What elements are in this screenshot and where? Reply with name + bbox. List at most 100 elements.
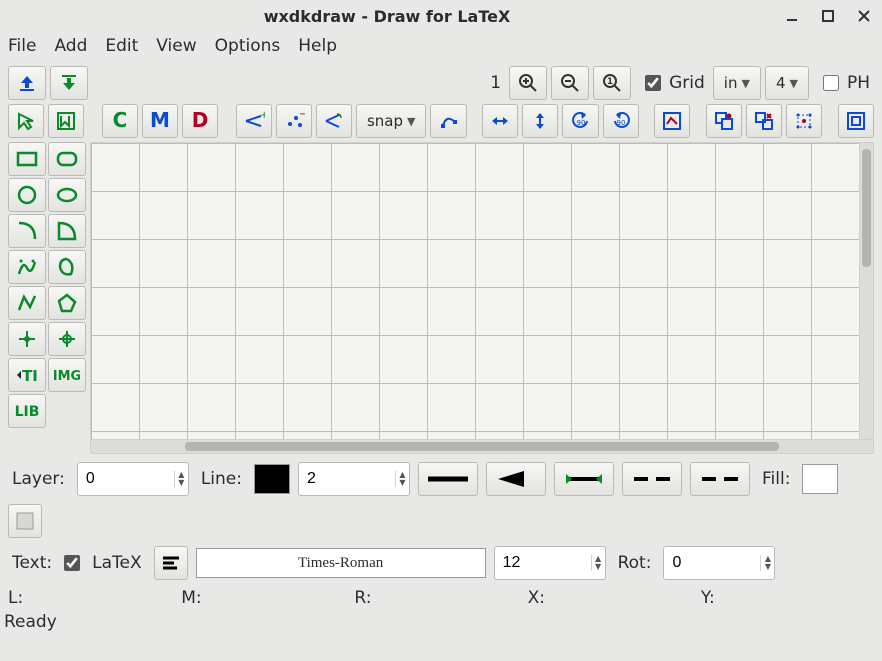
dash-style-1-button[interactable] [622, 462, 682, 496]
region-select-tool-button[interactable] [48, 104, 84, 138]
select-tool-button[interactable] [8, 104, 44, 138]
drawing-canvas[interactable] [90, 142, 860, 440]
svg-text:TI: TI [22, 367, 38, 385]
menu-view[interactable]: View [156, 36, 196, 56]
zoom-out-button[interactable] [551, 66, 589, 100]
fill-color-swatch[interactable] [802, 464, 838, 494]
menu-edit[interactable]: Edit [105, 36, 138, 56]
zoom-reset-button[interactable]: 1 [593, 66, 631, 100]
latex-label: LaTeX [88, 553, 146, 573]
layer-input[interactable] [78, 470, 174, 488]
vertical-scrollbar[interactable] [860, 142, 874, 440]
svg-text:LIB: LIB [15, 404, 40, 420]
scrollbar-thumb[interactable] [185, 442, 779, 451]
image-tool[interactable]: IMG [48, 358, 86, 392]
point-tool[interactable] [8, 322, 46, 356]
line-ends-button[interactable] [554, 462, 614, 496]
dash-style-2-button[interactable] [690, 462, 750, 496]
menu-options[interactable]: Options [215, 36, 281, 56]
snap-dropdown[interactable]: snap ▼ [356, 104, 427, 138]
grid-checkbox[interactable] [645, 75, 661, 91]
line-style-button[interactable] [418, 462, 478, 496]
delete-button[interactable]: D [182, 104, 218, 138]
properties-button[interactable] [654, 104, 690, 138]
font-field[interactable]: Times-Roman [196, 548, 486, 578]
zoom-in-button[interactable] [509, 66, 547, 100]
chevron-down-icon: ▼ [407, 115, 415, 128]
flip-horizontal-button[interactable] [482, 104, 518, 138]
rounded-rectangle-tool[interactable] [48, 142, 86, 176]
toolbar-secondary: C M D + − snap ▼ 90 90 [0, 102, 882, 140]
crosshair-tool[interactable] [48, 322, 86, 356]
menu-add[interactable]: Add [54, 36, 87, 56]
text-tool[interactable]: TI [8, 358, 46, 392]
spin-down-icon[interactable]: ▼ [761, 563, 774, 571]
open-polyline-tool[interactable] [8, 286, 46, 320]
pie-tool[interactable] [48, 214, 86, 248]
layer-line-row: Layer: ▲▼ Line: ▲▼ Fill: [8, 462, 874, 538]
move-button[interactable]: M [142, 104, 178, 138]
rotation-input[interactable] [664, 554, 760, 572]
ellipse-tool[interactable] [48, 178, 86, 212]
placeholder-label: PH [843, 73, 874, 93]
svg-text:90: 90 [616, 119, 625, 127]
coordinate-readout: L: M: R: X: Y: [0, 580, 882, 608]
latex-checkbox[interactable] [64, 555, 80, 571]
spin-down-icon[interactable]: ▼ [592, 563, 605, 571]
svg-text:90: 90 [576, 119, 585, 127]
rotation-spinner[interactable]: ▲▼ [663, 546, 775, 580]
copy-button[interactable]: C [102, 104, 138, 138]
point-add-button[interactable]: + [236, 104, 272, 138]
svg-text:1: 1 [607, 77, 613, 87]
grid-unit-value: in [724, 74, 738, 92]
text-align-button[interactable] [154, 546, 188, 580]
rotate-ccw-button[interactable]: 90 [562, 104, 598, 138]
layer-move-down-button[interactable] [50, 66, 88, 100]
spin-down-icon[interactable]: ▼ [175, 479, 188, 487]
fill-label: Fill: [758, 469, 794, 489]
align-button[interactable] [786, 104, 822, 138]
window-close-button[interactable] [854, 6, 874, 26]
rectangle-tool[interactable] [8, 142, 46, 176]
rotate-spline-button[interactable] [430, 104, 466, 138]
arrowhead-button[interactable] [486, 462, 546, 496]
open-spline-tool[interactable] [8, 250, 46, 284]
snap-label: snap [367, 112, 403, 130]
arc-tool[interactable] [8, 214, 46, 248]
svg-text:−: − [299, 110, 305, 120]
point-move-button[interactable] [316, 104, 352, 138]
font-size-spinner[interactable]: ▲▼ [494, 546, 606, 580]
placeholder-checkbox[interactable] [823, 75, 839, 91]
bounding-box-button[interactable] [838, 104, 874, 138]
window-minimize-button[interactable] [782, 6, 802, 26]
layer-spinner[interactable]: ▲▼ [77, 462, 189, 496]
chevron-down-icon: ▼ [789, 77, 797, 90]
spin-down-icon[interactable]: ▼ [396, 479, 409, 487]
flip-vertical-button[interactable] [522, 104, 558, 138]
rotation-label: Rot: [614, 553, 656, 573]
horizontal-scrollbar[interactable] [90, 440, 874, 454]
circle-tool[interactable] [8, 178, 46, 212]
window-title: wxdkdraw - Draw for LaTeX [8, 7, 766, 26]
svg-text:M: M [150, 110, 170, 132]
fill-pattern-button[interactable] [8, 504, 42, 538]
menu-help[interactable]: Help [298, 36, 337, 56]
point-delete-button[interactable]: − [276, 104, 312, 138]
ungroup-button[interactable] [746, 104, 782, 138]
closed-polygon-tool[interactable] [48, 286, 86, 320]
menu-bar: File Add Edit View Options Help [0, 32, 882, 64]
window-maximize-button[interactable] [818, 6, 838, 26]
rotate-cw-button[interactable]: 90 [603, 104, 639, 138]
line-color-swatch[interactable] [254, 464, 290, 494]
closed-spline-tool[interactable] [48, 250, 86, 284]
layer-move-up-button[interactable] [8, 66, 46, 100]
menu-file[interactable]: File [8, 36, 36, 56]
line-width-input[interactable] [299, 470, 395, 488]
library-tool[interactable]: LIB [8, 394, 46, 428]
grid-step-dropdown[interactable]: 4 ▼ [765, 66, 809, 100]
scrollbar-thumb[interactable] [862, 149, 871, 267]
group-button[interactable] [706, 104, 742, 138]
font-size-input[interactable] [495, 554, 591, 572]
line-width-spinner[interactable]: ▲▼ [298, 462, 410, 496]
grid-unit-dropdown[interactable]: in ▼ [713, 66, 761, 100]
